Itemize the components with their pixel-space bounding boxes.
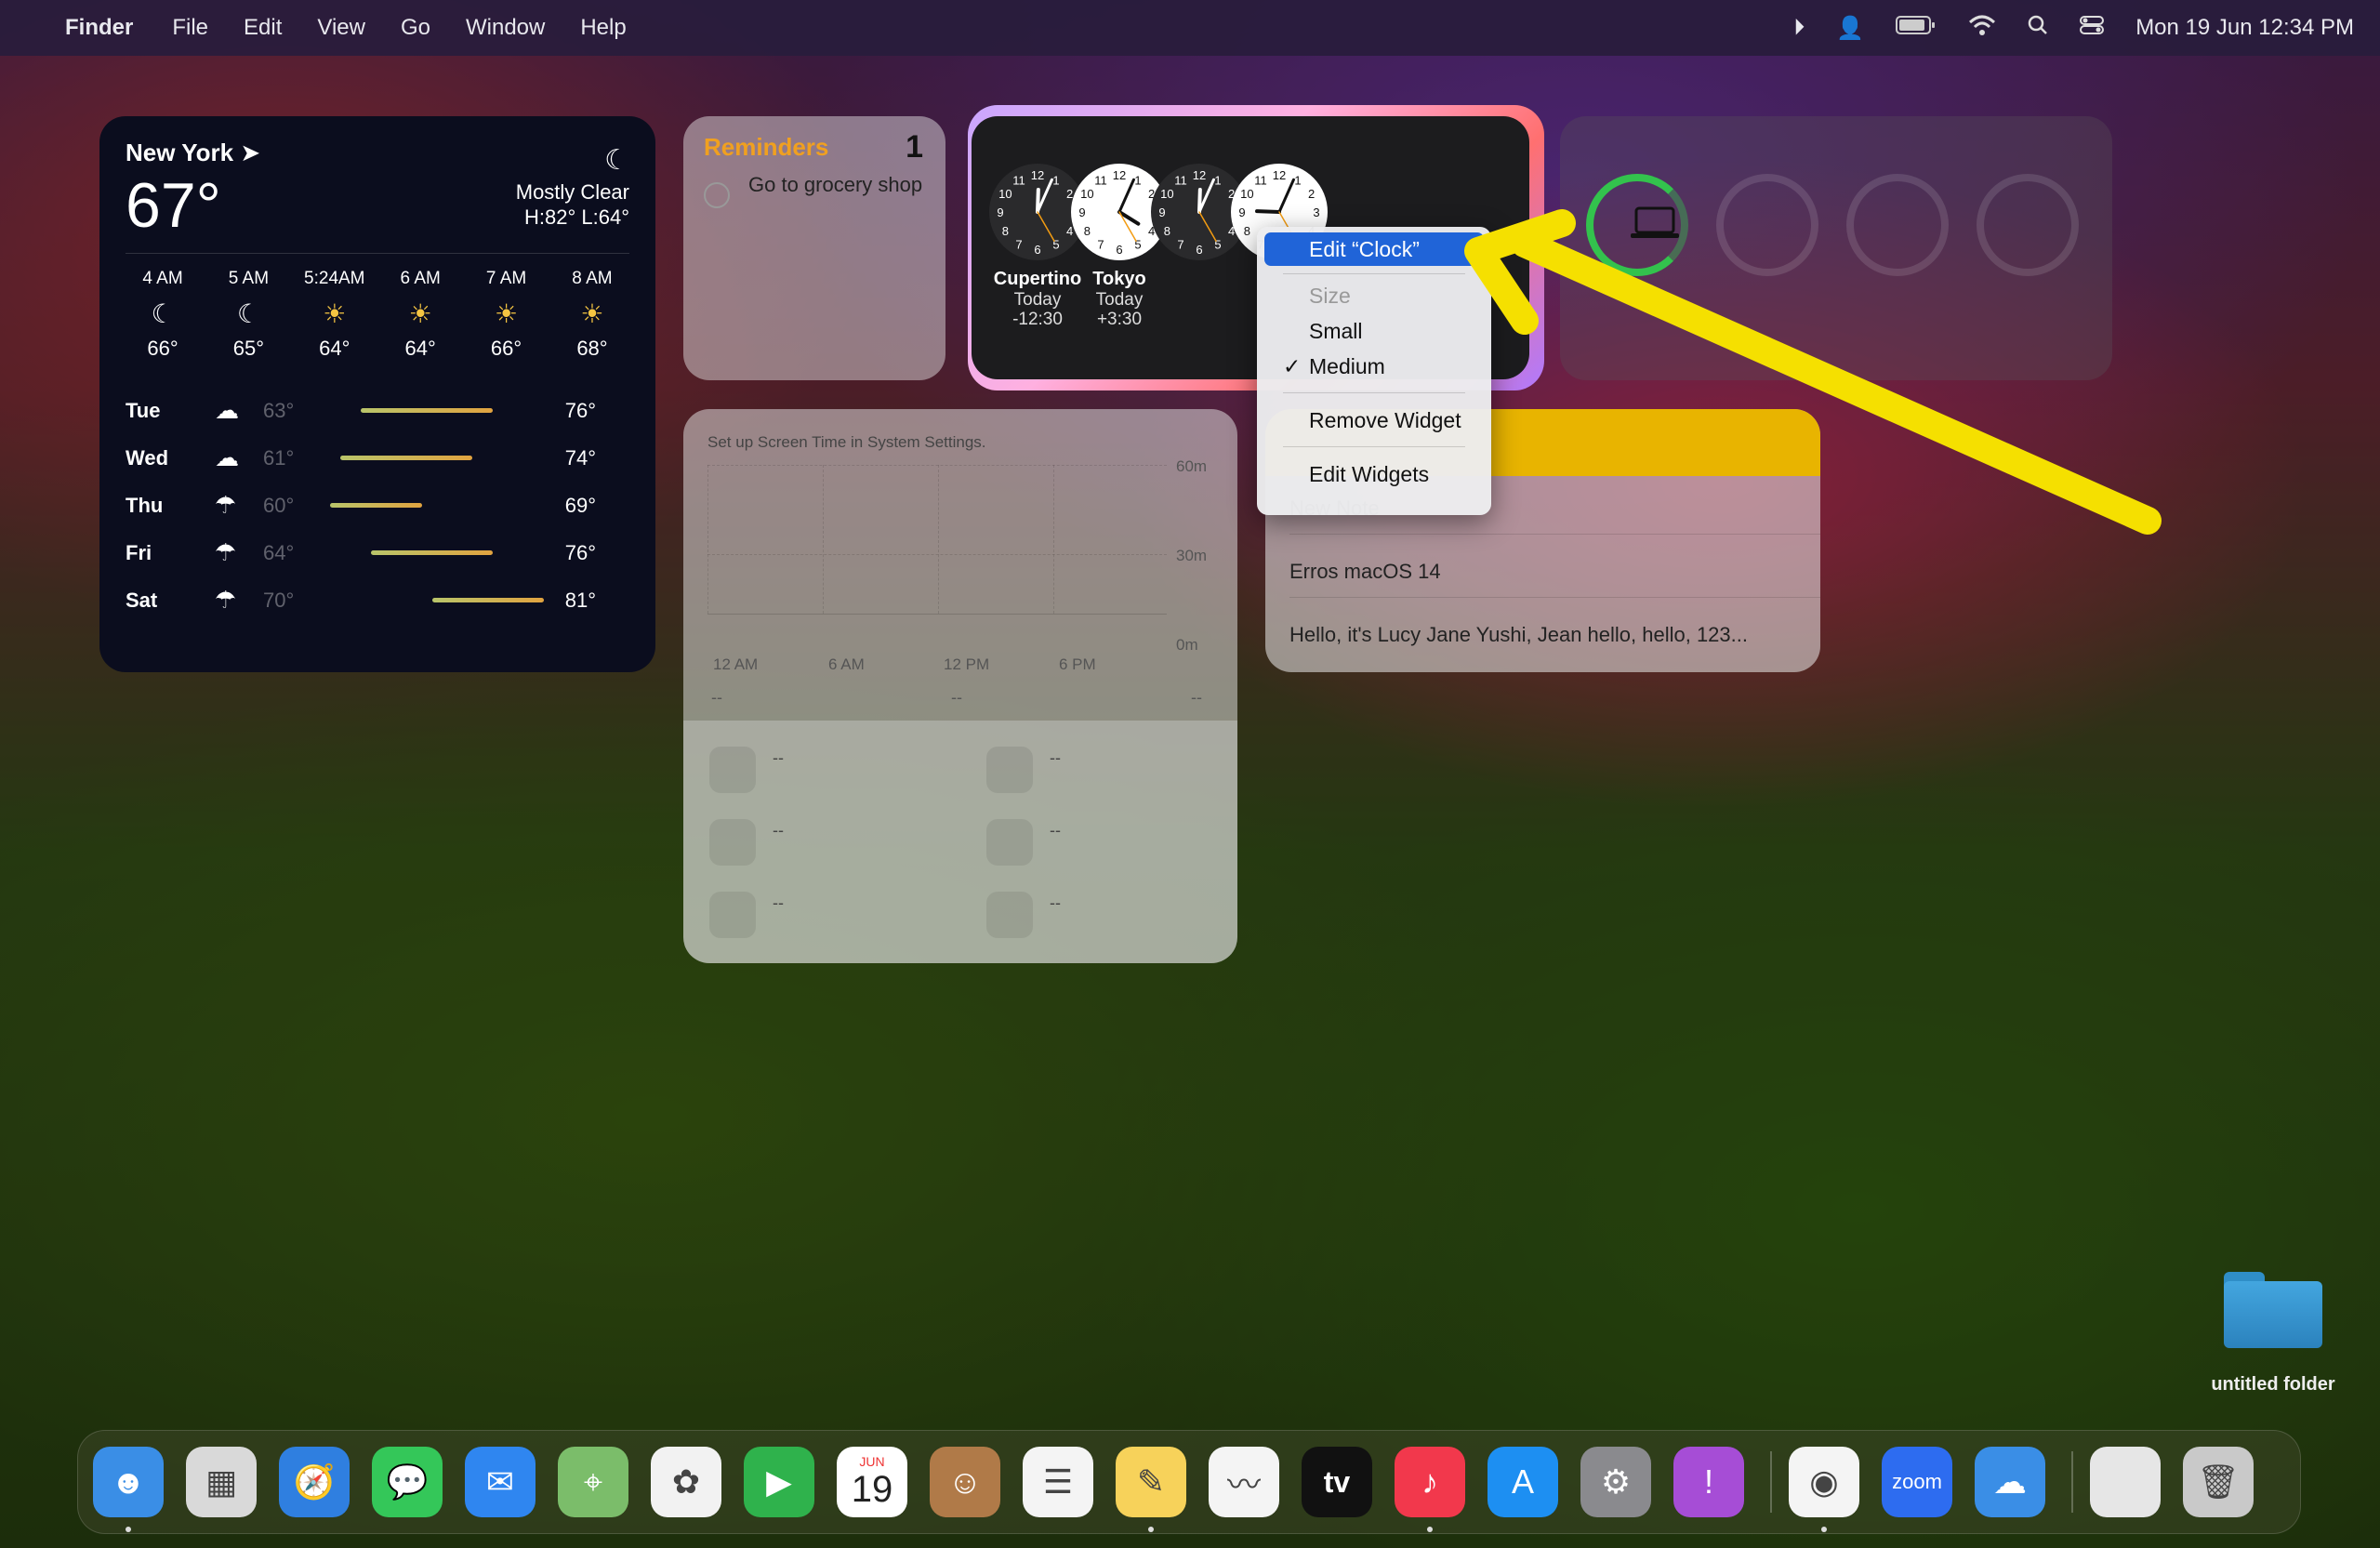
folder-label[interactable]: untitled folder	[2185, 1374, 2361, 1396]
trash-icon[interactable]: 🗑	[2183, 1447, 2254, 1517]
contacts-icon[interactable]: ☺	[930, 1447, 1000, 1517]
document-icon[interactable]	[2090, 1447, 2161, 1517]
apple-tv-icon[interactable]: tv	[1302, 1447, 1372, 1517]
chrome-icon[interactable]: ◉	[1789, 1447, 1859, 1517]
system-settings-icon[interactable]: ⚙	[1580, 1447, 1651, 1517]
running-indicator	[1821, 1527, 1827, 1532]
notes-icon[interactable]: ✎	[1116, 1447, 1186, 1517]
arrow-head	[1464, 209, 1576, 335]
calendar-icon[interactable]: JUN 19	[837, 1447, 907, 1517]
zoom-label: zoom	[1892, 1470, 1942, 1493]
launchpad-icon[interactable]: ▦	[186, 1447, 257, 1517]
photos-icon[interactable]: ✿	[651, 1447, 721, 1517]
calendar-month: JUN	[859, 1453, 885, 1469]
safari-icon[interactable]: 🧭	[279, 1447, 350, 1517]
folder-body	[2224, 1281, 2322, 1348]
finder-icon[interactable]: ☻	[93, 1447, 164, 1517]
running-indicator	[126, 1527, 131, 1532]
maps-icon[interactable]: ⌖	[558, 1447, 628, 1517]
music-icon[interactable]: ♪	[1395, 1447, 1465, 1517]
apple-tv-label: tv	[1323, 1464, 1351, 1499]
reminders-icon[interactable]: ☰	[1023, 1447, 1093, 1517]
arrow-shaft	[1511, 230, 2162, 535]
annotation-arrow	[1464, 209, 2162, 535]
mail-icon[interactable]: ✉	[465, 1447, 536, 1517]
zoom-icon[interactable]: zoom	[1882, 1447, 1952, 1517]
freeform-icon[interactable]: 〰	[1209, 1447, 1279, 1517]
feedback-icon[interactable]: !	[1673, 1447, 1744, 1517]
facetime-icon[interactable]: ▶	[744, 1447, 814, 1517]
calendar-day: 19	[851, 1468, 893, 1510]
app-store-icon[interactable]: A	[1488, 1447, 1558, 1517]
messages-icon[interactable]: 💬	[372, 1447, 443, 1517]
folder-icon[interactable]	[2224, 1272, 2322, 1348]
running-indicator	[1427, 1527, 1433, 1532]
weather-app-icon[interactable]: ☁	[1975, 1447, 2045, 1517]
dock-divider	[2071, 1451, 2073, 1513]
running-indicator	[1148, 1527, 1154, 1532]
dock-divider	[1770, 1451, 1772, 1513]
dock: ☻ ▦ 🧭 💬 ✉ ⌖ ✿ ▶ JUN 19 ☺ ☰ ✎ 〰 tv ♪ A ⚙! ◉ zoom ☁ 🗑	[77, 1430, 2301, 1534]
